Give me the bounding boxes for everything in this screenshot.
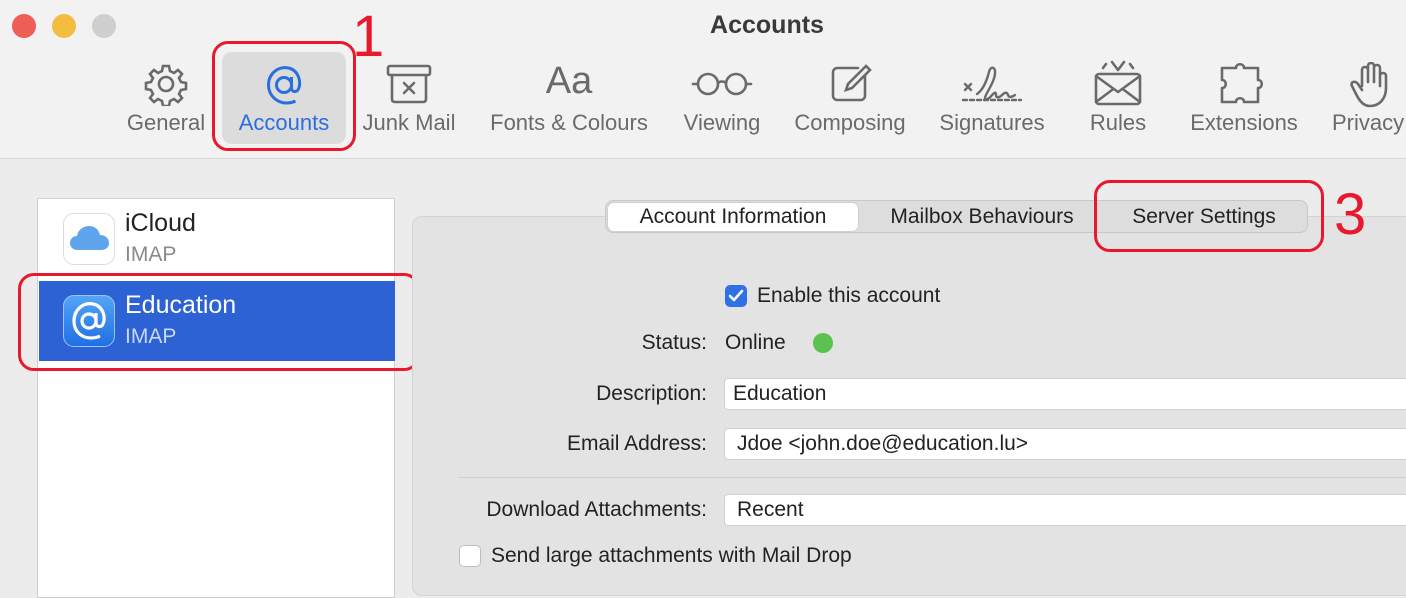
- gear-icon: [144, 62, 188, 111]
- toolbar-extensions-label: Extensions: [1190, 110, 1298, 135]
- toolbar-viewing[interactable]: Viewing: [674, 52, 770, 152]
- toolbar-fonts-colours-label: Fonts & Colours: [490, 110, 648, 135]
- description-label: Description:: [596, 382, 707, 405]
- signature-icon: [961, 62, 1023, 111]
- rules-envelope-icon: [1092, 58, 1144, 113]
- fonts-icon: Aa: [545, 60, 593, 102]
- annotation-box-2: [18, 273, 420, 371]
- toolbar-composing[interactable]: Composing: [786, 52, 914, 152]
- email-address-label: Email Address:: [566, 432, 707, 455]
- toolbar-signatures[interactable]: Signatures: [930, 52, 1054, 152]
- account-type: IMAP: [125, 243, 177, 266]
- enable-account-checkbox[interactable]: [725, 285, 747, 307]
- mail-drop-label: Send large attachments with Mail Drop: [491, 544, 852, 567]
- toolbar-privacy[interactable]: Privacy: [1326, 52, 1406, 152]
- download-attachments-select[interactable]: Recent: [724, 494, 1406, 526]
- checkmark-icon: [728, 289, 744, 302]
- toolbar-rules-label: Rules: [1089, 110, 1147, 135]
- glasses-icon: [691, 66, 753, 107]
- enable-account-label: Enable this account: [757, 284, 941, 307]
- account-list: iCloud IMAP Education IMAP: [37, 198, 395, 598]
- annotation-box-1: [212, 41, 356, 151]
- icloud-icon: [63, 213, 115, 265]
- toolbar-extensions[interactable]: Extensions: [1180, 52, 1308, 152]
- tab-account-information[interactable]: Account Information: [608, 203, 858, 231]
- compose-icon: [828, 62, 872, 111]
- toolbar-fonts-colours[interactable]: Aa Fonts & Colours: [480, 52, 658, 152]
- puzzle-icon: [1218, 62, 1270, 111]
- toolbar-viewing-label: Viewing: [683, 110, 761, 135]
- status-value: Online: [725, 331, 786, 354]
- window-title: Accounts: [710, 11, 824, 39]
- annotation-number-1: 1: [352, 4, 385, 69]
- status-label: Status:: [641, 331, 707, 354]
- divider: [458, 477, 1406, 478]
- tab-mailbox-behaviours[interactable]: Mailbox Behaviours: [864, 203, 1100, 231]
- toolbar-junk-mail-label: Junk Mail: [362, 110, 456, 135]
- account-item-icloud[interactable]: iCloud IMAP: [39, 199, 395, 279]
- annotation-box-3: [1094, 180, 1324, 252]
- window-toolbar: Accounts General Accounts Junk Mail Aa F…: [0, 0, 1406, 159]
- description-field[interactable]: Education: [724, 378, 1406, 410]
- download-attachments-label: Download Attachments:: [486, 498, 707, 521]
- annotation-number-3: 3: [1334, 182, 1367, 247]
- toolbar-composing-label: Composing: [794, 110, 906, 135]
- email-address-field[interactable]: Jdoe <john.doe@education.lu>: [724, 428, 1406, 460]
- toolbar-privacy-label: Privacy: [1332, 110, 1405, 135]
- toolbar-signatures-label: Signatures: [939, 110, 1045, 135]
- hand-icon: [1350, 61, 1390, 113]
- junk-tray-icon: [385, 62, 433, 111]
- mail-drop-checkbox[interactable]: [459, 545, 481, 567]
- toolbar-general-label: General: [126, 110, 206, 135]
- toolbar-rules[interactable]: Rules: [1076, 52, 1160, 152]
- status-indicator: [813, 333, 833, 353]
- toolbar-general[interactable]: General: [118, 52, 214, 152]
- account-name: iCloud: [125, 209, 196, 237]
